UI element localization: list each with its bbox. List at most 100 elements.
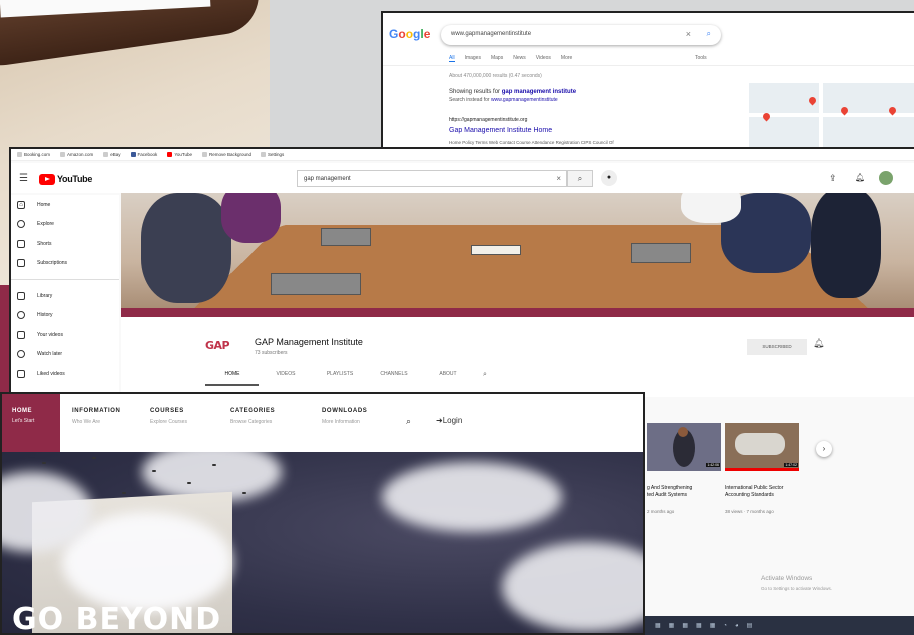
results-count: About 470,000,000 results (0.47 seconds) <box>449 73 542 79</box>
corrected-query-link[interactable]: gap management institute <box>502 89 576 95</box>
bookmark[interactable]: YouTube <box>167 152 192 158</box>
taskbar-app-icon[interactable]: ▦ <box>696 622 702 629</box>
person-figure <box>811 193 881 298</box>
upload-icon[interactable]: ⇪ <box>829 173 837 184</box>
sidebar-item-liked-videos[interactable]: Liked videos <box>11 364 119 384</box>
sidebar-item-history[interactable]: History <box>11 306 119 326</box>
microphone-icon[interactable]: ● <box>601 170 617 186</box>
notification-bell-icon[interactable]: 🔔︎ <box>813 338 824 349</box>
cloud <box>502 542 643 632</box>
tab-news[interactable]: News <box>513 55 526 62</box>
nav-home[interactable]: HOME Let's Start <box>2 394 60 452</box>
sidebar-item-explore[interactable]: Explore <box>11 215 119 235</box>
taskbar-app-icon[interactable]: ▦ <box>682 622 688 629</box>
google-logo[interactable]: Google <box>389 27 430 41</box>
watch-progress-bar <box>725 468 799 471</box>
sidebar-item-subscriptions[interactable]: Subscriptions <box>11 254 119 274</box>
video-meta: 2 months ago <box>647 509 675 514</box>
sidebar-item-your-videos[interactable]: Your videos <box>11 325 119 345</box>
result-title-link[interactable]: Gap Management Institute Home <box>449 127 552 134</box>
google-search-window: Google www.gapmanagementinstitute × ⌕ Al… <box>381 11 914 151</box>
login-button[interactable]: ➜Login <box>436 416 462 425</box>
youtube-search-input[interactable]: gap management × <box>297 170 567 187</box>
taskbar-app-icon[interactable]: ▦ <box>655 622 661 629</box>
youtube-logo[interactable]: YouTube <box>39 173 92 185</box>
sidebar-item-library[interactable]: Library <box>11 286 119 306</box>
paper <box>471 245 521 255</box>
avatar[interactable] <box>879 171 893 185</box>
bookmark[interactable]: Amazon.com <box>60 152 93 158</box>
activate-windows-watermark: Activate Windows Go to Settings to activ… <box>761 575 833 591</box>
bookmark[interactable]: eBay <box>103 152 121 158</box>
youtube-search-button[interactable]: ⌕ <box>567 170 593 187</box>
map-pin-icon[interactable] <box>807 95 818 106</box>
bird <box>212 464 216 466</box>
tab-videos[interactable]: VIDEOS <box>259 371 313 386</box>
youtube-search-value: gap management <box>304 176 351 182</box>
nav-categories[interactable]: CATEGORIES Browse Categories <box>230 408 275 425</box>
clear-icon[interactable]: × <box>686 29 691 39</box>
compass-icon <box>17 220 25 229</box>
sidebar-item-shorts[interactable]: Shorts <box>11 234 119 254</box>
map-road <box>819 83 823 149</box>
bookmark[interactable]: Facebook <box>130 152 157 158</box>
speaker-head <box>678 427 688 437</box>
tools-button[interactable]: Tools <box>695 55 707 61</box>
clear-icon[interactable]: × <box>556 174 561 183</box>
notifications-bell-icon[interactable]: 🔔︎ <box>855 173 865 182</box>
chevron-right-icon[interactable]: › <box>816 441 832 457</box>
bird <box>122 492 126 494</box>
video-duration: 1:47:02 <box>784 463 798 467</box>
taskbar-app-icon[interactable]: ▦ <box>710 622 716 629</box>
tab-images[interactable]: Images <box>465 55 481 62</box>
google-query-text: www.gapmanagementinstitute <box>451 31 532 37</box>
channel-tabs: HOME VIDEOS PLAYLISTS CHANNELS ABOUT ⌕ <box>205 371 495 386</box>
notification-icon[interactable]: ▤ <box>747 622 753 629</box>
map-road <box>749 113 914 117</box>
search-icon[interactable]: ⌕ <box>707 29 711 39</box>
bookmark[interactable]: Remove Background <box>202 152 251 158</box>
tab-about[interactable]: ABOUT <box>421 371 475 386</box>
sidebar-item-watch-later[interactable]: Watch later <box>11 345 119 365</box>
person-figure <box>141 193 231 303</box>
subscriptions-icon <box>17 259 25 268</box>
system-tray-icon[interactable]: ◕ <box>735 623 739 629</box>
nav-courses[interactable]: COURSES Explore Courses <box>150 408 187 425</box>
laptop <box>321 228 371 246</box>
search-instead-link[interactable]: www.gapmanagementinstitute <box>491 97 558 103</box>
bookmark[interactable]: Booking.com <box>17 152 50 158</box>
tab-maps[interactable]: Maps <box>491 55 503 62</box>
search-icon[interactable]: ⌕ <box>406 416 411 427</box>
sidebar-item-home[interactable]: ⌂ Home <box>11 195 119 215</box>
video-title[interactable]: g And Strengthening ted Audit Systems <box>647 485 727 499</box>
video-thumbnail[interactable]: 1:42:06 <box>647 423 721 471</box>
nav-information[interactable]: INFORMATION Who We Are <box>72 408 120 425</box>
person-figure <box>681 193 741 223</box>
video-thumbnail[interactable]: 1:47:02 <box>725 423 799 471</box>
video-title[interactable]: International Public Sector Accounting S… <box>725 485 805 499</box>
nav-downloads[interactable]: DOWNLOADS More Information <box>322 408 367 425</box>
meeting-table <box>735 433 785 455</box>
tab-channels[interactable]: CHANNELS <box>367 371 421 386</box>
bookmark[interactable]: Settings <box>261 152 284 158</box>
hamburger-menu-icon[interactable]: ☰ <box>19 173 28 184</box>
subscribe-button[interactable]: SUBSCRIBED <box>747 339 807 355</box>
login-icon: ➜ <box>436 416 443 425</box>
youtube-play-icon <box>39 173 55 185</box>
channel-name: GAP Management Institute <box>255 337 363 347</box>
map-preview[interactable] <box>749 83 914 149</box>
channel-search-icon[interactable]: ⌕ <box>475 371 495 386</box>
system-tray-icon[interactable]: ◔ <box>723 623 727 629</box>
tab-more[interactable]: More <box>561 55 572 62</box>
home-icon: ⌂ <box>17 200 25 209</box>
search-icon: ⌕ <box>577 174 583 183</box>
google-search-input[interactable]: www.gapmanagementinstitute × ⌕ <box>441 25 721 45</box>
tab-videos[interactable]: Videos <box>536 55 551 62</box>
tab-all[interactable]: All <box>449 55 455 62</box>
banner-stripe <box>121 308 914 317</box>
channel-logo[interactable]: GAP <box>205 339 243 355</box>
gap-website-window: HOME Let's Start INFORMATION Who We Are … <box>0 392 645 635</box>
tab-home[interactable]: HOME <box>205 371 259 386</box>
tab-playlists[interactable]: PLAYLISTS <box>313 371 367 386</box>
taskbar-app-icon[interactable]: ▦ <box>669 622 675 629</box>
